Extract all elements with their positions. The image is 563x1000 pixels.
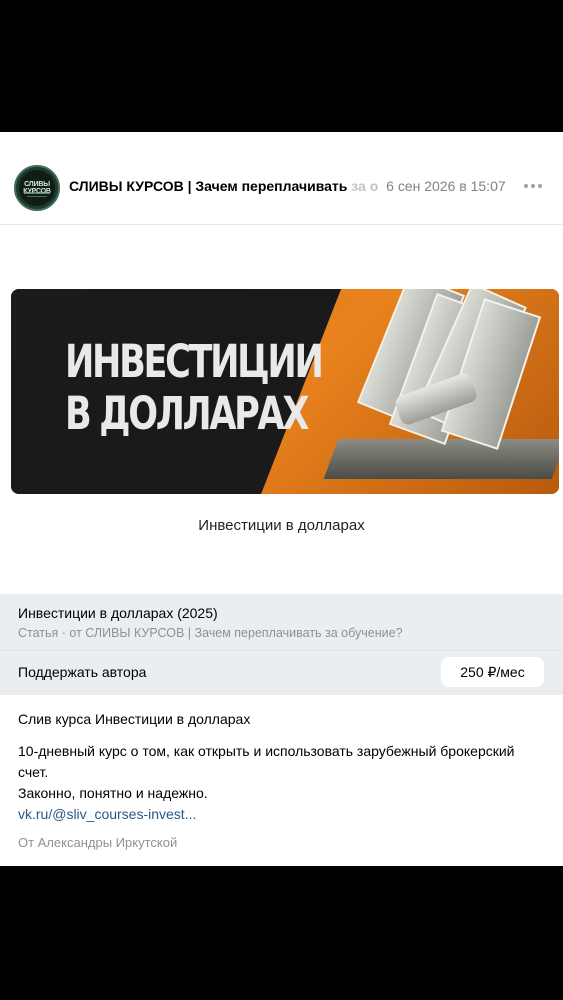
post-card: СЛИВЫ КУРСОВ СЛИВЫ КУРСОВ | Зачем перепл… bbox=[0, 132, 563, 866]
post-text: Слив курса Инвестиции в долларах 10-днев… bbox=[18, 709, 548, 804]
avatar-line-2 bbox=[27, 196, 47, 197]
dot bbox=[524, 184, 528, 188]
article-subtitle: Статья · от СЛИВЫ КУРСОВ | Зачем перепла… bbox=[18, 626, 403, 640]
post-date[interactable]: 6 сен 2026 в 15:07 bbox=[386, 178, 505, 194]
article-link[interactable]: vk.ru/@sliv_courses-invest... bbox=[18, 806, 196, 822]
post-text-para-2: Законно, понятно и надежно. bbox=[18, 785, 208, 801]
avatar[interactable]: СЛИВЫ КУРСОВ bbox=[14, 165, 60, 211]
support-author-label: Поддержать автора bbox=[18, 664, 147, 680]
dot bbox=[538, 184, 542, 188]
post-title-row[interactable]: СЛИВЫ КУРСОВ | Зачем переплачивать за о … bbox=[69, 178, 509, 198]
post-author[interactable]: От Александры Иркутской bbox=[18, 835, 177, 850]
support-price-button[interactable]: 250 ₽/мес bbox=[441, 657, 544, 687]
divider bbox=[0, 650, 563, 651]
more-dots-icon[interactable] bbox=[522, 178, 544, 192]
article-cover-image[interactable]: ИНВЕСТИЦИИ В ДОЛЛАРАХ bbox=[11, 289, 559, 494]
article-title[interactable]: Инвестиции в долларах (2025) bbox=[18, 605, 218, 621]
banner-headline-line-2: В ДОЛЛАРАХ bbox=[65, 387, 309, 440]
cover-caption: Инвестиции в долларах bbox=[198, 517, 365, 534]
dot bbox=[531, 184, 535, 188]
avatar-line bbox=[24, 192, 50, 194]
cash-stack-image bbox=[323, 439, 559, 479]
banner-headline: ИНВЕСТИЦИИ В ДОЛЛАРАХ bbox=[65, 335, 324, 440]
group-name-truncated: за о bbox=[347, 178, 379, 194]
post-header: СЛИВЫ КУРСОВ СЛИВЫ КУРСОВ | Зачем перепл… bbox=[0, 132, 563, 225]
banner-headline-line-1: ИНВЕСТИЦИИ bbox=[65, 335, 324, 388]
post-text-line-1: Слив курса Инвестиции в долларах bbox=[18, 711, 251, 727]
post-text-para-1: 10-дневный курс о том, как открыть и исп… bbox=[18, 743, 515, 780]
group-name[interactable]: СЛИВЫ КУРСОВ | Зачем переплачивать bbox=[69, 178, 347, 194]
article-card[interactable]: Инвестиции в долларах (2025) Статья · от… bbox=[0, 594, 563, 695]
